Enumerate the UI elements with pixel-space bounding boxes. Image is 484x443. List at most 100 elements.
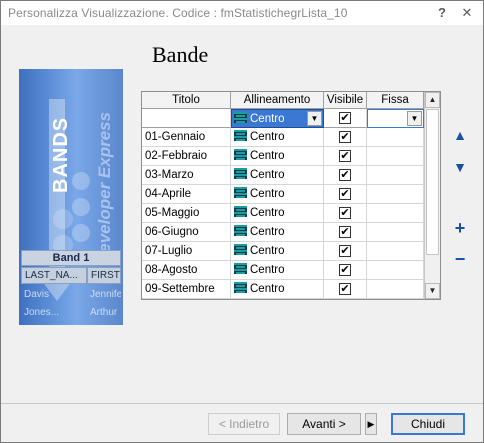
column-header-fissa[interactable]: Fissa <box>367 92 424 109</box>
align-center-icon <box>234 168 247 179</box>
row-title[interactable]: 04-Aprile <box>142 185 231 204</box>
table-row[interactable]: 09-Settembre Centro ✔ <box>142 280 424 299</box>
align-center-icon <box>234 225 247 236</box>
close-window-button[interactable]: ✕ <box>457 4 477 22</box>
row-align[interactable]: Centro <box>231 185 324 204</box>
row-fixed[interactable] <box>367 242 424 261</box>
back-button[interactable]: < Indietro <box>208 413 280 435</box>
row-visible-checkbox[interactable]: ✔ <box>339 245 351 257</box>
row-align[interactable]: Centro <box>231 280 324 299</box>
column-header-allineamento[interactable]: Allineamento <box>231 92 324 109</box>
remove-band-button[interactable]: − <box>449 249 471 269</box>
row-visible-cell[interactable]: ✔ <box>324 185 367 204</box>
align-center-icon <box>234 263 247 274</box>
align-center-icon <box>234 130 247 141</box>
row-align[interactable]: Centro <box>231 128 324 147</box>
title-bar: Personalizza Visualizzazione. Codice : f… <box>1 1 483 25</box>
scrollbar-thumb[interactable] <box>426 109 439 255</box>
row-align-value: Centro <box>250 188 285 200</box>
row-fixed[interactable] <box>367 166 424 185</box>
column-header-titolo[interactable]: Titolo <box>142 92 231 109</box>
next-button[interactable]: Avanti > <box>287 413 361 435</box>
table-row[interactable]: 04-Aprile Centro ✔ <box>142 185 424 204</box>
row-align[interactable]: Centro <box>231 223 324 242</box>
row-align-value: Centro <box>250 245 285 257</box>
chevron-down-icon[interactable]: ▼ <box>307 111 322 126</box>
row-fixed[interactable] <box>367 185 424 204</box>
filter-cell-title[interactable] <box>142 109 231 128</box>
vertical-scrollbar[interactable]: ▲ ▼ <box>424 92 440 299</box>
table-row[interactable]: 05-Maggio Centro ✔ <box>142 204 424 223</box>
row-align-value: Centro <box>250 169 285 181</box>
filter-visible-cell[interactable]: ✔ <box>324 109 367 128</box>
row-title[interactable]: 01-Gennaio <box>142 128 231 147</box>
banner-grid-cell: Arthur <box>90 307 118 318</box>
row-fixed[interactable] <box>367 128 424 147</box>
help-button[interactable]: ? <box>432 4 452 22</box>
row-fixed[interactable] <box>367 261 424 280</box>
table-row[interactable]: 02-Febbraio Centro ✔ <box>142 147 424 166</box>
row-visible-checkbox[interactable]: ✔ <box>339 264 351 276</box>
row-align-value: Centro <box>250 207 285 219</box>
row-title[interactable]: 07-Luglio <box>142 242 231 261</box>
row-align-value: Centro <box>250 131 285 143</box>
row-visible-checkbox[interactable]: ✔ <box>339 150 351 162</box>
wizard-footer: < Indietro Avanti > ▶ Chiudi <box>1 403 483 442</box>
row-fixed[interactable] <box>367 223 424 242</box>
row-visible-cell[interactable]: ✔ <box>324 280 367 299</box>
row-visible-cell[interactable]: ✔ <box>324 204 367 223</box>
finish-button[interactable]: ▶ <box>365 413 377 435</box>
table-row[interactable]: 07-Luglio Centro ✔ <box>142 242 424 261</box>
row-title[interactable]: 05-Maggio <box>142 204 231 223</box>
page-title: Bande <box>152 42 209 67</box>
row-visible-cell[interactable]: ✔ <box>324 223 367 242</box>
move-up-button[interactable]: ▲ <box>449 125 471 145</box>
close-button[interactable]: Chiudi <box>391 413 465 435</box>
row-visible-cell[interactable]: ✔ <box>324 166 367 185</box>
row-title[interactable]: 09-Settembre <box>142 280 231 299</box>
row-visible-cell[interactable]: ✔ <box>324 128 367 147</box>
row-title[interactable]: 08-Agosto <box>142 261 231 280</box>
banner-grid-header: FIRST <box>87 267 121 284</box>
row-visible-checkbox[interactable]: ✔ <box>339 283 351 295</box>
filter-visible-checkbox[interactable]: ✔ <box>339 112 351 124</box>
filter-row: Centro ▼ ✔ ▼ <box>142 109 424 128</box>
filter-align-select[interactable]: Centro ▼ <box>231 109 324 128</box>
table-row[interactable]: 03-Marzo Centro ✔ <box>142 166 424 185</box>
table-row[interactable]: 06-Giugno Centro ✔ <box>142 223 424 242</box>
row-visible-cell[interactable]: ✔ <box>324 242 367 261</box>
bands-grid[interactable]: Titolo Allineamento Visibile Fissa Centr… <box>141 91 441 300</box>
row-align[interactable]: Centro <box>231 204 324 223</box>
row-visible-checkbox[interactable]: ✔ <box>339 188 351 200</box>
row-title[interactable]: 06-Giugno <box>142 223 231 242</box>
row-align-value: Centro <box>250 150 285 162</box>
align-center-icon <box>234 112 247 123</box>
row-fixed[interactable] <box>367 147 424 166</box>
row-fixed[interactable] <box>367 280 424 299</box>
row-title[interactable]: 03-Marzo <box>142 166 231 185</box>
row-align[interactable]: Centro <box>231 261 324 280</box>
row-visible-checkbox[interactable]: ✔ <box>339 131 351 143</box>
row-align[interactable]: Centro <box>231 166 324 185</box>
chevron-down-icon[interactable]: ▼ <box>407 111 422 126</box>
row-visible-cell[interactable]: ✔ <box>324 147 367 166</box>
table-row[interactable]: 08-Agosto Centro ✔ <box>142 261 424 280</box>
column-header-visibile[interactable]: Visibile <box>324 92 367 109</box>
window-title: Personalizza Visualizzazione. Codice : f… <box>8 6 348 20</box>
row-visible-checkbox[interactable]: ✔ <box>339 169 351 181</box>
scroll-up-button[interactable]: ▲ <box>425 92 440 108</box>
align-center-icon <box>234 282 247 293</box>
grid-header: Titolo Allineamento Visibile Fissa <box>142 92 440 109</box>
row-align[interactable]: Centro <box>231 242 324 261</box>
move-down-button[interactable]: ▼ <box>449 157 471 177</box>
row-fixed[interactable] <box>367 204 424 223</box>
add-band-button[interactable]: + <box>449 218 471 238</box>
row-title[interactable]: 02-Febbraio <box>142 147 231 166</box>
row-visible-cell[interactable]: ✔ <box>324 261 367 280</box>
row-align[interactable]: Centro <box>231 147 324 166</box>
row-visible-checkbox[interactable]: ✔ <box>339 207 351 219</box>
scroll-down-button[interactable]: ▼ <box>425 283 440 299</box>
table-row[interactable]: 01-Gennaio Centro ✔ <box>142 128 424 147</box>
filter-fixed-select[interactable]: ▼ <box>367 109 424 128</box>
row-visible-checkbox[interactable]: ✔ <box>339 226 351 238</box>
